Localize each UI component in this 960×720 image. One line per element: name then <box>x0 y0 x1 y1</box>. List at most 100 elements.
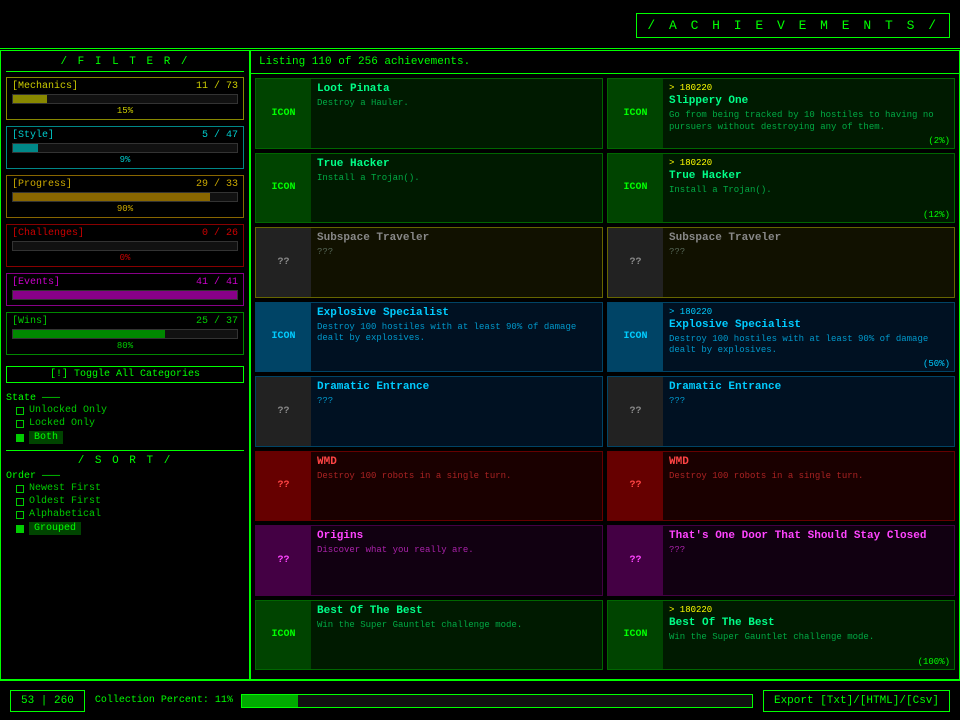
filter-cat-wins[interactable]: [Wins] 25 / 37 80% <box>6 312 244 355</box>
achievement-item-16[interactable]: ICON > 180220 Best Of The Best Win the S… <box>607 600 955 670</box>
order-radio-grouped[interactable]: Grouped <box>16 522 244 535</box>
filter-panel: / F I L T E R / [Mechanics] 11 / 73 15% … <box>0 50 250 680</box>
ach-title-13: Origins <box>317 530 596 542</box>
cat-bar-bg-wins <box>12 329 238 339</box>
achievement-item-14[interactable]: ?? That's One Door That Should Stay Clos… <box>607 525 955 595</box>
filter-cat-events[interactable]: [Events] 41 / 41 <box>6 273 244 306</box>
toggle-all-button[interactable]: [!] Toggle All Categories <box>6 366 244 383</box>
cat-count-events: 41 / 41 <box>196 277 238 288</box>
score-tag: > 180220 <box>669 605 948 615</box>
ach-content-5: Subspace Traveler ??? <box>311 228 602 296</box>
ach-title-3: True Hacker <box>317 158 596 170</box>
radio-dot <box>16 511 24 519</box>
achievements-grid: ICON Loot Pinata Destroy a Hauler. ICON … <box>251 74 959 674</box>
ach-content-6: Subspace Traveler ??? <box>663 228 954 296</box>
state-label: State ——— <box>6 393 244 404</box>
ach-icon-12: ?? <box>608 452 663 520</box>
achievement-item-9[interactable]: ?? Dramatic Entrance ??? <box>255 376 603 446</box>
cat-bar-fill-mechanics <box>13 95 47 103</box>
cat-pct-challenges: 0% <box>12 253 238 263</box>
order-label: Order ——— <box>6 471 244 482</box>
ach-content-16: > 180220 Best Of The Best Win the Super … <box>663 601 954 669</box>
ach-content-12: WMD Destroy 100 robots in a single turn. <box>663 452 954 520</box>
export-button[interactable]: Export [Txt]/[HTML]/[Csv] <box>763 690 950 712</box>
ach-desc-2: Go from being tracked by 10 hostiles to … <box>669 110 948 133</box>
ach-desc-9: ??? <box>317 396 596 408</box>
radio-dot <box>16 498 24 506</box>
collection-bar <box>241 694 753 708</box>
ach-desc-11: Destroy 100 robots in a single turn. <box>317 471 596 483</box>
ach-title-10: Dramatic Entrance <box>669 381 948 393</box>
ach-content-11: WMD Destroy 100 robots in a single turn. <box>311 452 602 520</box>
ach-icon-7: ICON <box>256 303 311 372</box>
achievement-item-4[interactable]: ICON > 180220 True Hacker Install a Troj… <box>607 153 955 223</box>
state-radio-both[interactable]: Both <box>16 431 244 444</box>
ach-icon-16: ICON <box>608 601 663 669</box>
ach-desc-1: Destroy a Hauler. <box>317 98 596 110</box>
order-radio-newestfirst[interactable]: Newest First <box>16 483 244 494</box>
radio-dot <box>16 434 24 442</box>
cat-header-style: [Style] 5 / 47 <box>12 130 238 141</box>
cat-bar-bg-challenges <box>12 241 238 251</box>
radio-label: Oldest First <box>29 496 101 507</box>
cat-label-challenges: [Challenges] <box>12 228 84 239</box>
ach-desc-16: Win the Super Gauntlet challenge mode. <box>669 632 948 644</box>
score-tag: > 180220 <box>669 158 948 168</box>
achievement-item-11[interactable]: ?? WMD Destroy 100 robots in a single tu… <box>255 451 603 521</box>
achievement-item-8[interactable]: ICON > 180220 Explosive Specialist Destr… <box>607 302 955 373</box>
ach-title-8: Explosive Specialist <box>669 319 948 331</box>
ach-content-2: > 180220 Slippery One Go from being trac… <box>663 79 954 148</box>
ach-content-15: Best Of The Best Win the Super Gauntlet … <box>311 601 602 669</box>
radio-dot <box>16 525 24 533</box>
ach-icon-2: ICON <box>608 79 663 148</box>
state-section: State ——— Unlocked Only Locked Only Both <box>6 393 244 445</box>
achievement-item-1[interactable]: ICON Loot Pinata Destroy a Hauler. <box>255 78 603 149</box>
listing-header: Listing 110 of 256 achievements. <box>251 51 959 74</box>
achievement-item-3[interactable]: ICON True Hacker Install a Trojan(). <box>255 153 603 223</box>
achievement-item-6[interactable]: ?? Subspace Traveler ??? <box>607 227 955 297</box>
order-section: Order ——— Newest First Oldest First Alph… <box>6 471 244 536</box>
cat-label-wins: [Wins] <box>12 316 48 327</box>
achievement-item-13[interactable]: ?? Origins Discover what you really are. <box>255 525 603 595</box>
achievement-item-15[interactable]: ICON Best Of The Best Win the Super Gaun… <box>255 600 603 670</box>
cat-count-mechanics: 11 / 73 <box>196 81 238 92</box>
achievement-item-2[interactable]: ICON > 180220 Slippery One Go from being… <box>607 78 955 149</box>
achievements-title: / A C H I E V E M E N T S / <box>636 13 950 38</box>
collection-label: Collection Percent: 11% <box>95 695 233 706</box>
radio-label: Locked Only <box>29 418 95 429</box>
radio-dot <box>16 420 24 428</box>
achievement-item-12[interactable]: ?? WMD Destroy 100 robots in a single tu… <box>607 451 955 521</box>
filter-cat-mechanics[interactable]: [Mechanics] 11 / 73 15% <box>6 77 244 120</box>
order-radio-oldestfirst[interactable]: Oldest First <box>16 496 244 507</box>
cat-count-wins: 25 / 37 <box>196 316 238 327</box>
cat-bar-fill-progress <box>13 193 210 201</box>
cat-label-progress: [Progress] <box>12 179 72 190</box>
achievement-item-10[interactable]: ?? Dramatic Entrance ??? <box>607 376 955 446</box>
ach-icon-3: ICON <box>256 154 311 222</box>
cat-count-style: 5 / 47 <box>202 130 238 141</box>
order-radio-alphabetical[interactable]: Alphabetical <box>16 509 244 520</box>
collection-fill <box>242 695 298 707</box>
state-radio-group: Unlocked Only Locked Only Both <box>16 404 244 445</box>
ach-icon-14: ?? <box>608 526 663 594</box>
achievement-item-7[interactable]: ICON Explosive Specialist Destroy 100 ho… <box>255 302 603 373</box>
filter-cat-progress[interactable]: [Progress] 29 / 33 90% <box>6 175 244 218</box>
cat-count-progress: 29 / 33 <box>196 179 238 190</box>
ach-icon-10: ?? <box>608 377 663 445</box>
ach-title-7: Explosive Specialist <box>317 307 596 319</box>
filter-cat-style[interactable]: [Style] 5 / 47 9% <box>6 126 244 169</box>
state-radio-lockedonly[interactable]: Locked Only <box>16 418 244 429</box>
radio-label: Newest First <box>29 483 101 494</box>
ach-title-14: That's One Door That Should Stay Closed <box>669 530 948 542</box>
achievement-item-5[interactable]: ?? Subspace Traveler ??? <box>255 227 603 297</box>
ach-title-5: Subspace Traveler <box>317 232 596 244</box>
ach-content-1: Loot Pinata Destroy a Hauler. <box>311 79 602 148</box>
ach-content-3: True Hacker Install a Trojan(). <box>311 154 602 222</box>
state-radio-unlockedonly[interactable]: Unlocked Only <box>16 405 244 416</box>
ach-title-2: Slippery One <box>669 95 948 107</box>
ach-desc-6: ??? <box>669 247 948 259</box>
filter-cat-challenges[interactable]: [Challenges] 0 / 26 0% <box>6 224 244 267</box>
progress-badge: (100%) <box>918 657 950 667</box>
ach-desc-12: Destroy 100 robots in a single turn. <box>669 471 948 483</box>
ach-title-12: WMD <box>669 456 948 468</box>
